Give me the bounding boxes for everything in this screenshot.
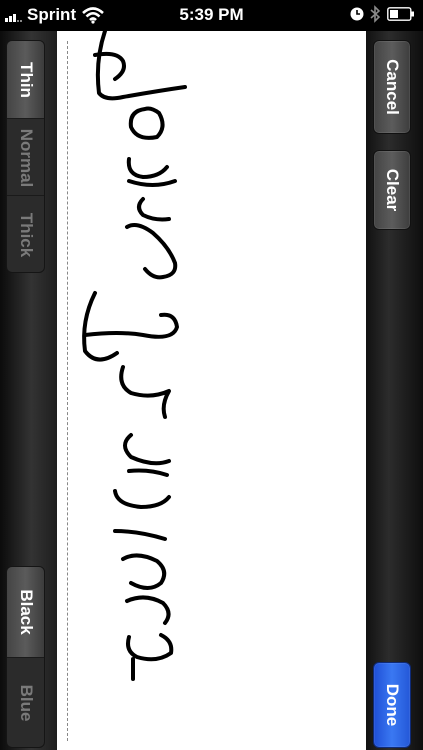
- clear-button-label: Clear: [383, 168, 402, 212]
- left-toolbar: Thin Normal Thick Black Blue: [0, 31, 57, 750]
- pen-size-thick[interactable]: Thick: [7, 195, 44, 272]
- pen-size-normal-label: Normal: [16, 128, 36, 187]
- status-bar: Sprint 5:39 PM: [0, 0, 423, 31]
- pen-color-black[interactable]: Black: [7, 567, 44, 657]
- clear-button[interactable]: Clear: [373, 150, 411, 230]
- pen-size-thin[interactable]: Thin: [7, 41, 44, 118]
- done-button-label: Done: [383, 683, 402, 727]
- pen-size-thick-label: Thick: [16, 212, 36, 257]
- pen-color-black-label: Black: [16, 589, 36, 635]
- pen-size-thin-label: Thin: [16, 61, 36, 98]
- right-toolbar: Cancel Clear Done: [366, 31, 423, 750]
- cancel-button[interactable]: Cancel: [373, 40, 411, 134]
- pen-color-blue[interactable]: Blue: [7, 657, 44, 747]
- pen-color-segmented-control: Black Blue: [6, 566, 45, 748]
- status-right: [344, 5, 415, 23]
- clock-icon: [350, 7, 364, 21]
- cancel-button-label: Cancel: [383, 59, 402, 115]
- signature-canvas[interactable]: [57, 31, 366, 750]
- done-button[interactable]: Done: [373, 662, 411, 748]
- signature-screen: Sprint 5:39 PM Thin Normal Thick Black B…: [0, 0, 423, 750]
- pen-size-segmented-control: Thin Normal Thick: [6, 40, 45, 273]
- pen-color-blue-label: Blue: [16, 684, 36, 722]
- bluetooth-icon: [370, 5, 381, 23]
- battery-icon: [387, 7, 414, 21]
- pen-size-normal[interactable]: Normal: [7, 118, 44, 196]
- signature-ink: [82, 31, 187, 681]
